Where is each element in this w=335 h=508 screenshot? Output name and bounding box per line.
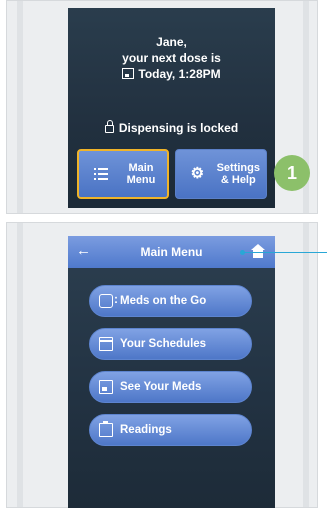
callout-pointer-line [242, 252, 327, 253]
next-dose-message: Jane, your next dose is Today, 1:28PM [68, 34, 275, 82]
main-menu-title: Main Menu [140, 245, 203, 259]
menu-list-icon [89, 168, 113, 180]
settings-help-label: Settings & Help [216, 162, 260, 186]
greeting-name: Jane, [156, 35, 187, 49]
menu-item-readings[interactable]: Readings [89, 414, 252, 446]
calendar-icon [99, 337, 113, 351]
main-menu-label: Main Menu [126, 162, 156, 186]
menu-item-label: Readings [120, 424, 172, 436]
callout-pointer-dot [240, 250, 245, 255]
dose-time: Today, 1:28PM [138, 67, 221, 81]
panel-rail-left [17, 1, 23, 213]
gear-icon: ⚙ [190, 165, 205, 182]
settings-help-button[interactable]: ⚙ Settings & Help [175, 149, 267, 199]
panel-rail-left [17, 223, 23, 507]
lock-icon [104, 120, 114, 133]
dispensing-lock-status: Dispensing is locked [68, 120, 275, 135]
menu-item-label: See Your Meds [120, 381, 202, 393]
pill-icon [99, 292, 118, 308]
step-number-badge: 1 [274, 155, 310, 191]
panel-rail-right [303, 223, 309, 507]
device-home-screen: Jane, your next dose is Today, 1:28PM Di… [68, 8, 275, 208]
menu-item-see-your-meds[interactable]: See Your Meds [89, 371, 252, 403]
menu-item-your-schedules[interactable]: Your Schedules [89, 328, 252, 360]
lock-status-text: Dispensing is locked [118, 121, 239, 135]
dose-time-row: Today, 1:28PM [68, 66, 275, 82]
calendar-icon [122, 68, 135, 79]
device-main-menu-screen: ← Main Menu Meds on the Go Your Schedule… [68, 236, 275, 508]
back-arrow-icon[interactable]: ← [76, 243, 91, 259]
med-box-icon [99, 380, 113, 394]
menu-item-label: Meds on the Go [120, 295, 207, 307]
clipboard-icon [99, 421, 113, 437]
menu-item-label: Your Schedules [120, 338, 207, 350]
next-dose-label: your next dose is [122, 51, 221, 65]
menu-item-meds-on-the-go[interactable]: Meds on the Go [89, 285, 252, 317]
main-menu-button[interactable]: Main Menu [77, 149, 169, 199]
